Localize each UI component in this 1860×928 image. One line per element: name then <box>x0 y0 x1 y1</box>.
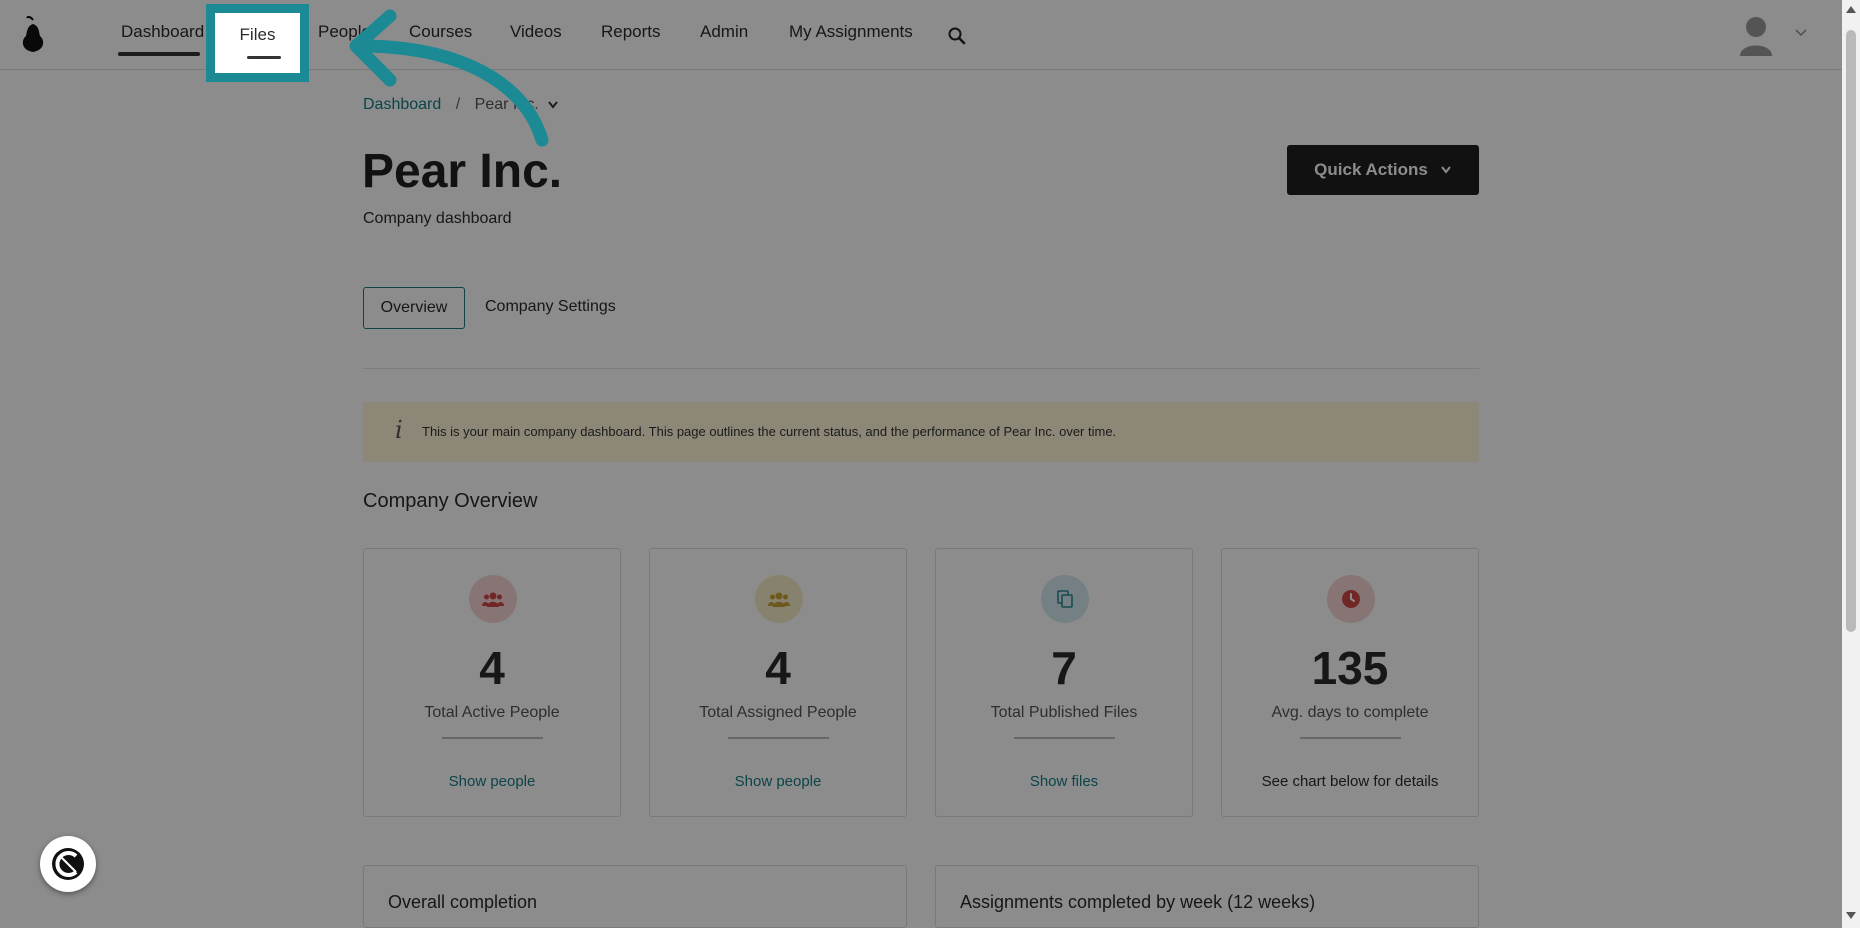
assignments-by-week-panel: Assignments completed by week (12 weeks) <box>935 865 1479 928</box>
stat-value: 7 <box>1051 642 1077 694</box>
show-people-link[interactable]: Show people <box>650 773 906 790</box>
divider <box>363 368 1479 369</box>
people-icon <box>469 575 517 623</box>
tab-company-settings[interactable]: Company Settings <box>485 298 616 316</box>
stat-value: 135 <box>1311 642 1389 694</box>
stat-card-published-files: 7 Total Published Files Show files <box>935 548 1193 817</box>
show-files-link[interactable]: Show files <box>936 773 1192 790</box>
files-icon <box>1041 575 1089 623</box>
quick-actions-button[interactable]: Quick Actions <box>1287 145 1479 195</box>
nav-files-highlight[interactable]: Files <box>206 4 309 82</box>
scroll-up-arrow-icon[interactable] <box>1846 6 1856 13</box>
search-icon[interactable] <box>947 26 967 46</box>
tutorial-dim-overlay <box>0 0 1842 928</box>
chat-widget-button[interactable] <box>40 836 96 892</box>
user-avatar-icon[interactable] <box>1738 14 1774 56</box>
stat-label: Avg. days to complete <box>1271 704 1429 721</box>
info-banner: i This is your main company dashboard. T… <box>363 402 1479 462</box>
card-divider <box>728 737 829 739</box>
show-people-link[interactable]: Show people <box>364 773 620 790</box>
nav-reports[interactable]: Reports <box>601 22 661 42</box>
nav-active-indicator <box>118 52 200 56</box>
page-subtitle: Company dashboard <box>363 210 512 227</box>
panel-title: Overall completion <box>388 892 538 912</box>
nav-my-assignments[interactable]: My Assignments <box>789 22 913 42</box>
card-divider <box>1300 737 1401 739</box>
nav-files-underline <box>247 56 281 59</box>
pear-logo-icon[interactable] <box>18 16 48 54</box>
chevron-down-icon[interactable] <box>1794 26 1808 40</box>
chart-note: See chart below for details <box>1261 773 1439 790</box>
info-icon: i <box>395 416 403 444</box>
card-divider <box>1014 737 1115 739</box>
nav-files[interactable]: Files <box>215 25 300 45</box>
card-divider <box>442 737 543 739</box>
stat-value: 4 <box>479 642 505 694</box>
tab-overview-label: Overview <box>380 299 448 316</box>
people-icon <box>755 575 803 623</box>
info-banner-text: This is your main company dashboard. Thi… <box>422 424 1117 439</box>
overall-completion-panel: Overall completion <box>363 865 907 928</box>
stat-label: Total Active People <box>424 704 560 721</box>
nav-admin[interactable]: Admin <box>700 22 748 42</box>
stat-label: Total Published Files <box>990 704 1138 721</box>
stat-card-active-people: 4 Total Active People Show people <box>363 548 621 817</box>
clock-icon <box>1327 575 1375 623</box>
stat-label: Total Assigned People <box>699 704 857 721</box>
scrollbar-thumb[interactable] <box>1846 30 1856 632</box>
tutorial-arrow-icon <box>349 9 549 147</box>
tab-overview[interactable]: Overview <box>363 287 465 329</box>
chevron-down-icon <box>1441 166 1451 174</box>
chat-widget-icon <box>52 848 84 880</box>
panel-title: Assignments completed by week (12 weeks) <box>960 892 1316 912</box>
nav-dashboard[interactable]: Dashboard <box>121 22 204 42</box>
quick-actions-label: Quick Actions <box>1314 160 1428 179</box>
stat-card-assigned-people: 4 Total Assigned People Show people <box>649 548 907 817</box>
scroll-down-arrow-icon[interactable] <box>1846 912 1856 919</box>
stat-card-avg-days: 135 Avg. days to complete See chart belo… <box>1221 548 1479 817</box>
stat-value: 4 <box>765 642 791 694</box>
company-overview-title: Company Overview <box>363 490 538 512</box>
